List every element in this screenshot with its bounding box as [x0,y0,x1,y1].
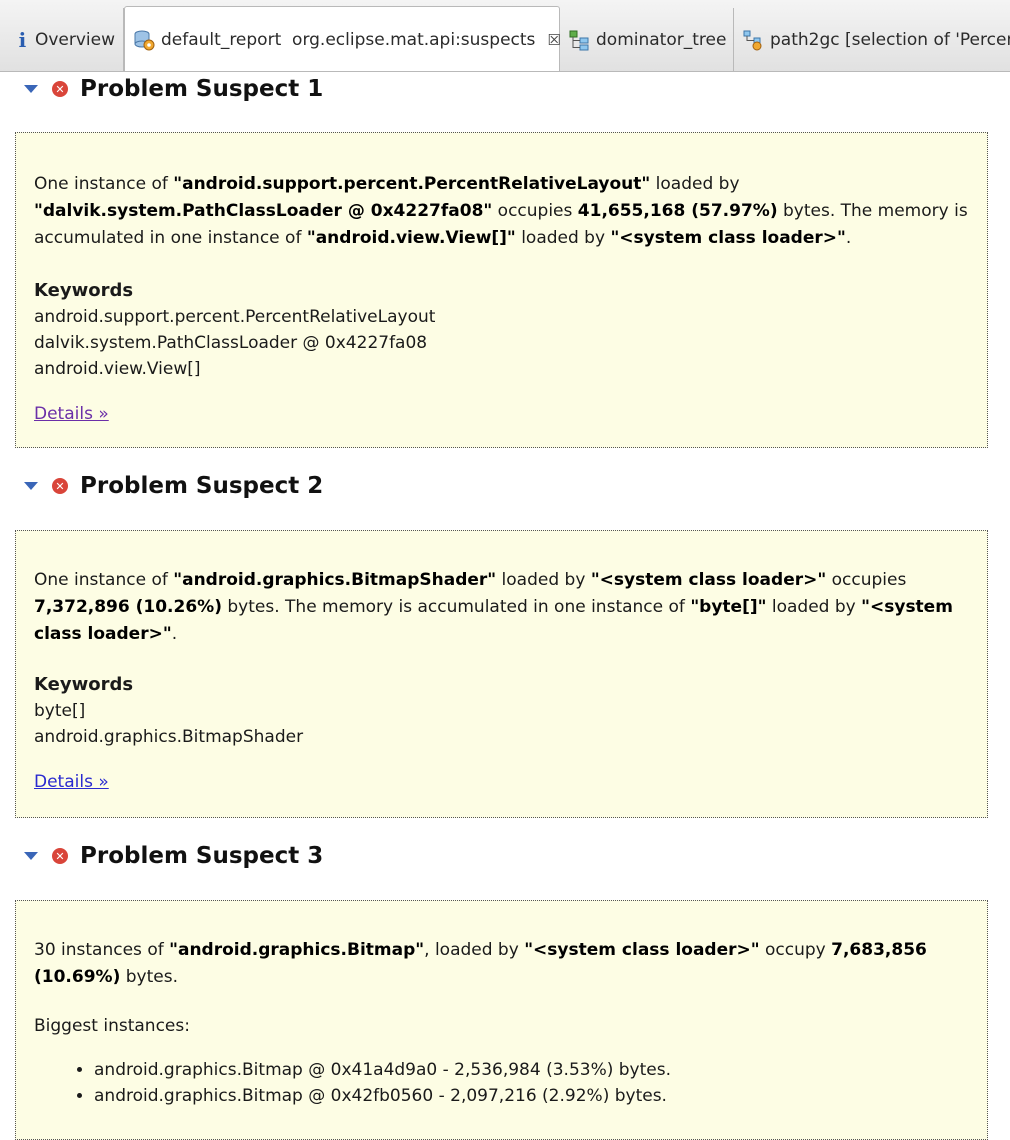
section-title: Problem Suspect 2 [80,473,324,499]
report-icon [133,29,155,51]
collapse-icon[interactable] [24,852,38,860]
accumulation-class: "byte[]" [690,597,767,617]
class-name: "android.graphics.BitmapShader" [173,570,497,590]
keywords-title: Keywords [34,280,134,301]
retained-size: 7,372,896 (10.26%) [34,597,222,617]
text: 30 instances of [34,940,170,960]
class-loader: "<system class loader>" [524,940,760,960]
section-title: Problem Suspect 1 [80,76,324,102]
text: loaded by [766,597,862,617]
tab-overview[interactable]: i Overview [8,8,124,71]
biggest-instances-title: Biggest instances: [34,1016,190,1036]
list-item: android.graphics.Bitmap @ 0x42fb0560 - 2… [94,1083,969,1109]
text: One instance of [34,174,174,194]
tab-dominator-tree[interactable]: dominator_tree [560,8,734,71]
text: occupies [492,201,578,221]
text: occupy [759,940,832,960]
suspect-description: 30 instances of "android.graphics.Bitmap… [34,937,969,991]
suspect-2-header[interactable]: ✕ Problem Suspect 2 [18,473,323,499]
class-loader: "dalvik.system.PathClassLoader @ 0x4227f… [34,201,493,221]
error-icon: ✕ [52,81,68,97]
class-loader: "<system class loader>" [590,570,827,590]
suspect-3-header[interactable]: ✕ Problem Suspect 3 [18,843,323,869]
class-name: "android.graphics.Bitmap" [169,940,425,960]
tab-default-report[interactable]: default_report org.eclipse.mat.api:suspe… [124,6,561,71]
accumulation-class: "android.view.View[]" [306,228,516,248]
text: One instance of [34,570,174,590]
suspect-description: One instance of "android.support.percent… [34,171,969,252]
path2gc-icon [742,29,764,51]
editor-tab-bar: i Overview default_report org.eclipse.ma… [0,0,1010,72]
keyword: android.view.View[] [34,359,201,379]
tab-label: path2gc [selection of 'Percen [770,30,1010,50]
tab-label: dominator_tree [596,30,727,50]
details-link[interactable]: Details » [34,772,109,792]
info-icon: i [18,28,27,52]
text: loaded by [515,228,611,248]
error-icon: ✕ [52,848,68,864]
tab-label: Overview [34,30,115,50]
section-title: Problem Suspect 3 [80,843,324,869]
class-loader: "<system class loader>" [610,228,846,248]
text: occupies [826,570,907,590]
tab-path2gc[interactable]: path2gc [selection of 'Percen [734,8,1010,71]
suspect-1-header[interactable]: ✕ Problem Suspect 1 [18,76,323,102]
suspect-description: One instance of "android.graphics.Bitmap… [34,567,969,648]
keywords-title: Keywords [34,674,134,695]
dominator-tree-icon [568,29,590,51]
keyword: byte[] [34,701,86,721]
collapse-icon[interactable] [24,482,38,490]
details-link[interactable]: Details » [34,404,109,424]
tab-label: default_report org.eclipse.mat.api:suspe… [161,30,536,50]
list-item: android.graphics.Bitmap @ 0x41a4d9a0 - 2… [94,1057,969,1083]
close-icon[interactable]: ☒ [547,31,560,49]
text: loaded by [650,174,740,194]
text: bytes. [120,967,178,987]
text: . [171,624,178,644]
collapse-icon[interactable] [24,85,38,93]
biggest-instances-list: android.graphics.Bitmap @ 0x41a4d9a0 - 2… [34,1057,969,1109]
text: loaded by [496,570,591,590]
suspect-3-panel: 30 instances of "android.graphics.Bitmap… [15,900,988,1140]
suspect-1-panel: One instance of "android.support.percent… [15,132,988,448]
retained-size: 41,655,168 (57.97%) [577,201,778,221]
text: bytes. The memory is accumulated in one … [221,597,691,617]
text: , loaded by [424,940,525,960]
suspect-2-panel: One instance of "android.graphics.Bitmap… [15,530,988,818]
keyword: android.graphics.BitmapShader [34,727,304,747]
keyword: dalvik.system.PathClassLoader @ 0x4227fa… [34,333,428,353]
text: . [845,228,852,248]
class-name: "android.support.percent.PercentRelative… [173,174,651,194]
error-icon: ✕ [52,478,68,494]
keyword: android.support.percent.PercentRelativeL… [34,307,436,327]
